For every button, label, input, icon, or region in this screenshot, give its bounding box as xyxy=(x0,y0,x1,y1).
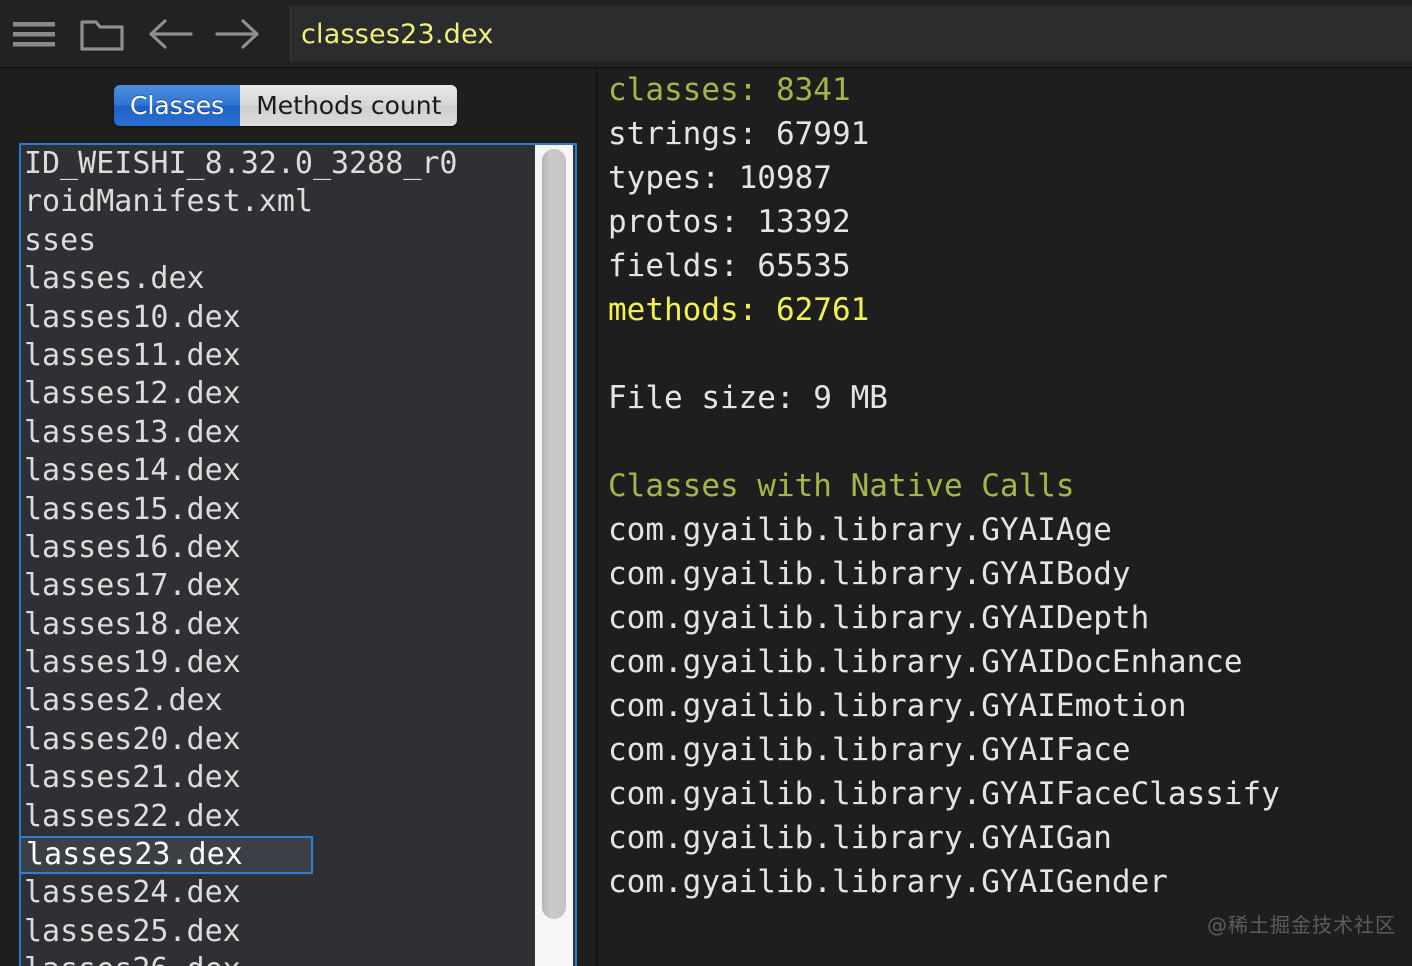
native-calls-header: Classes with Native Calls xyxy=(608,468,1075,504)
file-list-item[interactable]: lasses20.dex xyxy=(21,721,535,759)
window-title: classes23.dex xyxy=(301,18,494,50)
file-list-item[interactable]: roidManifest.xml xyxy=(21,183,535,221)
file-list-item[interactable]: lasses25.dex xyxy=(21,913,535,951)
file-list-item[interactable]: lasses18.dex xyxy=(21,606,535,644)
stat-line-fields: fields: 65535 xyxy=(608,248,851,284)
native-class-item: com.gyailib.library.GYAIEmotion xyxy=(608,688,1187,724)
folder-open-icon[interactable] xyxy=(68,0,136,68)
file-list-item[interactable]: lasses23.dex xyxy=(21,836,313,875)
tab-bar: Classes Methods count xyxy=(114,85,458,126)
native-class-item: com.gyailib.library.GYAIGender xyxy=(608,864,1168,900)
tab-methods-count[interactable]: Methods count xyxy=(240,85,458,126)
stat-line-classes: classes: 8341 xyxy=(608,72,851,108)
toolbar: classes23.dex xyxy=(0,0,1412,68)
file-list-scrollbar-thumb[interactable] xyxy=(542,149,566,919)
stat-line-strings: strings: 67991 xyxy=(608,116,870,152)
file-list-item[interactable]: sses xyxy=(21,222,535,260)
file-list-item[interactable]: lasses26.dex xyxy=(21,951,535,966)
native-class-item: com.gyailib.library.GYAIBody xyxy=(608,556,1131,592)
details-content: classes: 8341 strings: 67991 types: 10987 p… xyxy=(598,68,1412,904)
file-list-item[interactable]: lasses19.dex xyxy=(21,644,535,682)
tab-classes[interactable]: Classes xyxy=(114,85,241,126)
file-list-item[interactable]: lasses22.dex xyxy=(21,798,535,836)
file-list-item[interactable]: lasses11.dex xyxy=(21,337,535,375)
details-pane: classes: 8341 strings: 67991 types: 10987 p… xyxy=(598,68,1412,966)
file-list-item[interactable]: lasses12.dex xyxy=(21,375,535,413)
details-spacer xyxy=(598,332,1412,376)
native-class-item: com.gyailib.library.GYAIDepth xyxy=(608,600,1150,636)
native-class-item: com.gyailib.library.GYAIDocEnhance xyxy=(608,644,1243,680)
file-list-item[interactable]: ID_WEISHI_8.32.0_3288_r0 xyxy=(21,145,535,183)
file-list-item[interactable]: lasses15.dex xyxy=(21,491,535,529)
file-list-item[interactable]: lasses16.dex xyxy=(21,529,535,567)
file-list[interactable]: ID_WEISHI_8.32.0_3288_r0 roidManifest.xml… xyxy=(19,143,577,966)
native-class-item: com.gyailib.library.GYAIFace xyxy=(608,732,1131,768)
file-list-scrollbar[interactable] xyxy=(535,145,573,966)
file-list-item[interactable]: lasses21.dex xyxy=(21,759,535,797)
stat-line-methods: methods: 62761 xyxy=(608,292,870,328)
file-size-line: File size: 9 MB xyxy=(608,380,888,416)
native-class-item: com.gyailib.library.GYAIFaceClassify xyxy=(608,776,1280,812)
stat-line-types: types: 10987 xyxy=(608,160,832,196)
arrow-left-icon[interactable] xyxy=(136,0,204,68)
file-list-item[interactable]: lasses14.dex xyxy=(21,452,535,490)
file-list-item[interactable]: lasses10.dex xyxy=(21,299,535,337)
file-path-field[interactable]: classes23.dex xyxy=(290,6,1412,62)
file-list-item[interactable]: lasses.dex xyxy=(21,260,535,298)
native-class-item: com.gyailib.library.GYAIGan xyxy=(608,820,1112,856)
details-spacer xyxy=(598,420,1412,464)
hamburger-menu-icon[interactable] xyxy=(0,0,68,68)
left-pane: Classes Methods count ID_WEISHI_8.32.0_3… xyxy=(0,68,597,966)
file-list-item[interactable]: lasses13.dex xyxy=(21,414,535,452)
file-list-item[interactable]: lasses24.dex xyxy=(21,874,535,912)
native-class-item: com.gyailib.library.GYAIAge xyxy=(608,512,1112,548)
file-list-item[interactable]: lasses17.dex xyxy=(21,567,535,605)
file-list-rows: ID_WEISHI_8.32.0_3288_r0 roidManifest.xml… xyxy=(21,145,535,966)
app-window: classes23.dex Classes Methods count ID_W… xyxy=(0,0,1412,966)
stat-line-protos: protos: 13392 xyxy=(608,204,851,240)
file-list-item[interactable]: lasses2.dex xyxy=(21,682,535,720)
arrow-right-icon[interactable] xyxy=(204,0,272,68)
